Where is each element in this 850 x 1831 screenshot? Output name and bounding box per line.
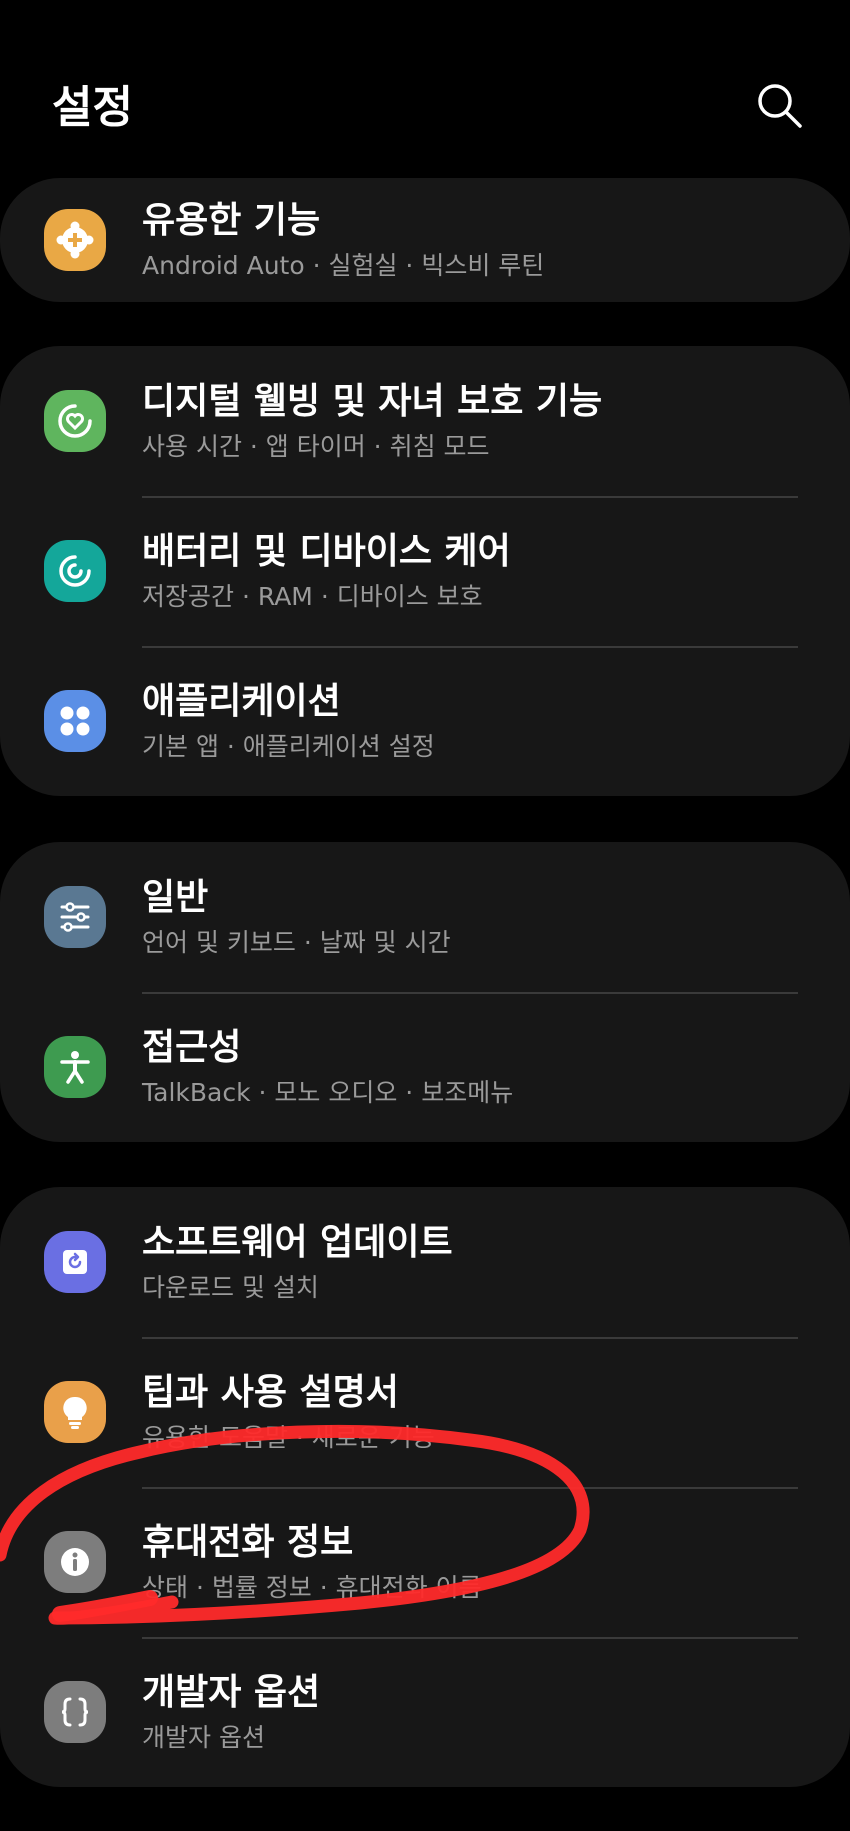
- sliders-icon: [44, 886, 106, 948]
- settings-item-label: 팁과 사용 설명서: [142, 1372, 399, 1413]
- app-header: 설정: [0, 0, 850, 170]
- settings-item-subtitle: 기본 앱 · 애플리케이션 설정: [142, 732, 435, 761]
- settings-item-subtitle: 사용 시간 · 앱 타이머 · 취침 모드: [142, 432, 490, 461]
- settings-item-developer-options[interactable]: 개발자 옵션 개발자 옵션: [0, 1637, 850, 1787]
- settings-group-device: 디지털 웰빙 및 자녀 보호 기능 사용 시간 · 앱 타이머 · 취침 모드 …: [0, 346, 850, 796]
- update-icon: [44, 1231, 106, 1293]
- settings-item-subtitle: 유용한 도움말 · 새로운 기능: [142, 1423, 435, 1452]
- settings-screen: 설정 유용한 기능 Android Auto · 실험실 · 빅스비 루틴 디지…: [0, 0, 850, 1831]
- plus-gear-icon: [44, 209, 106, 271]
- settings-item-accessibility[interactable]: 접근성 TalkBack · 모노 오디오 · 보조메뉴: [0, 992, 850, 1142]
- braces-icon: [44, 1681, 106, 1743]
- settings-group-support: 소프트웨어 업데이트 다운로드 및 설치 팁과 사용 설명서 유용한 도움말 ·…: [0, 1187, 850, 1787]
- settings-item-subtitle: Android Auto · 실험실 · 빅스비 루틴: [142, 251, 545, 280]
- info-icon: [44, 1531, 106, 1593]
- settings-item-label: 소프트웨어 업데이트: [142, 1222, 453, 1263]
- settings-item-subtitle: TalkBack · 모노 오디오 · 보조메뉴: [142, 1078, 514, 1107]
- lightbulb-icon: [44, 1381, 106, 1443]
- settings-item-about-phone[interactable]: 휴대전화 정보 상태 · 법률 정보 · 휴대전화 이름: [0, 1487, 850, 1637]
- settings-item-advanced-features[interactable]: 유용한 기능 Android Auto · 실험실 · 빅스비 루틴: [0, 165, 850, 315]
- settings-item-label: 개발자 옵션: [142, 1672, 321, 1713]
- settings-item-subtitle: 언어 및 키보드 · 날짜 및 시간: [142, 928, 451, 957]
- settings-item-label: 애플리케이션: [142, 681, 341, 722]
- settings-item-label: 일반: [142, 877, 209, 918]
- settings-item-subtitle: 상태 · 법률 정보 · 휴대전화 이름: [142, 1573, 482, 1602]
- settings-item-subtitle: 다운로드 및 설치: [142, 1273, 319, 1302]
- device-care-icon: [44, 540, 106, 602]
- search-icon[interactable]: [754, 80, 806, 132]
- settings-group-advanced: 유용한 기능 Android Auto · 실험실 · 빅스비 루틴: [0, 178, 850, 302]
- page-title: 설정: [52, 82, 133, 133]
- settings-item-software-update[interactable]: 소프트웨어 업데이트 다운로드 및 설치: [0, 1187, 850, 1337]
- settings-group-general: 일반 언어 및 키보드 · 날짜 및 시간 접근성 TalkBack · 모노 …: [0, 842, 850, 1142]
- settings-item-applications[interactable]: 애플리케이션 기본 앱 · 애플리케이션 설정: [0, 646, 850, 796]
- settings-item-battery-care[interactable]: 배터리 및 디바이스 케어 저장공간 · RAM · 디바이스 보호: [0, 496, 850, 646]
- heart-circle-icon: [44, 390, 106, 452]
- settings-item-general[interactable]: 일반 언어 및 키보드 · 날짜 및 시간: [0, 842, 850, 992]
- accessibility-icon: [44, 1036, 106, 1098]
- apps-grid-icon: [44, 690, 106, 752]
- settings-item-label: 유용한 기능: [142, 200, 321, 241]
- settings-item-subtitle: 개발자 옵션: [142, 1723, 265, 1752]
- settings-item-subtitle: 저장공간 · RAM · 디바이스 보호: [142, 582, 483, 611]
- settings-item-tips-manual[interactable]: 팁과 사용 설명서 유용한 도움말 · 새로운 기능: [0, 1337, 850, 1487]
- settings-item-label: 접근성: [142, 1027, 242, 1068]
- settings-item-label: 배터리 및 디바이스 케어: [142, 531, 511, 572]
- settings-item-label: 디지털 웰빙 및 자녀 보호 기능: [142, 381, 603, 422]
- settings-item-label: 휴대전화 정보: [142, 1522, 354, 1563]
- settings-item-digital-wellbeing[interactable]: 디지털 웰빙 및 자녀 보호 기능 사용 시간 · 앱 타이머 · 취침 모드: [0, 346, 850, 496]
